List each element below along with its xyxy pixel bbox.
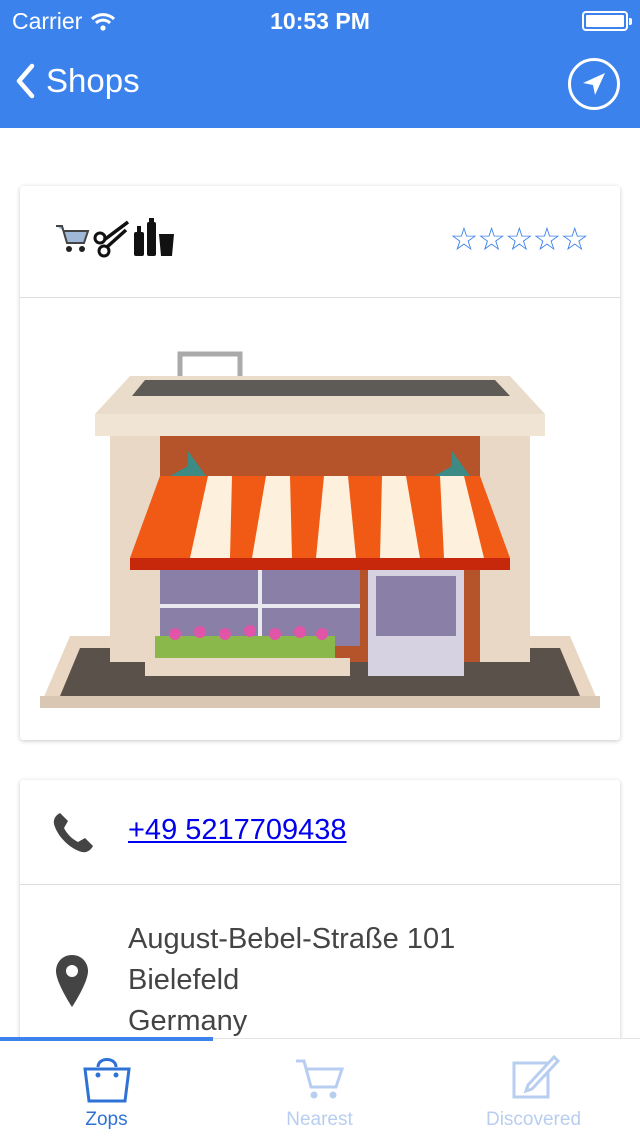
tab-bar: Zops Nearest Discovered <box>0 1037 640 1136</box>
tab-nearest-label: Nearest <box>286 1109 353 1130</box>
category-icons <box>54 218 176 258</box>
status-bar: Carrier 10:53 PM <box>0 0 640 40</box>
address-text[interactable]: August-Bebel-Straße 101 Bielefeld German… <box>128 919 455 1042</box>
shop-card: ☆☆☆☆☆ <box>20 186 620 740</box>
location-arrow-icon <box>583 73 605 95</box>
tab-discovered-label: Discovered <box>485 1109 582 1130</box>
address-country: Germany <box>128 1005 248 1037</box>
tab-discovered[interactable]: Discovered <box>427 1039 640 1136</box>
app-header: Carrier 10:53 PM Shops <box>0 0 640 128</box>
map-pin-icon <box>56 955 88 1007</box>
rating-stars[interactable]: ☆☆☆☆☆ <box>450 220 589 258</box>
edit-icon <box>512 1054 560 1099</box>
cart-icon <box>295 1059 344 1099</box>
contact-card: +49 5217709438 August-Bebel-Straße 101 B… <box>20 780 620 1080</box>
tab-zops-label: Zops <box>85 1109 128 1130</box>
battery-icon <box>582 11 632 31</box>
phone-icon <box>53 813 93 853</box>
shop-card-header: ☆☆☆☆☆ <box>20 186 620 298</box>
tab-zops[interactable]: Zops <box>0 1039 213 1136</box>
address-city: Bielefeld <box>128 964 240 996</box>
phone-link[interactable]: +49 5217709438 <box>128 814 347 847</box>
cart-icon <box>56 225 90 252</box>
status-time: 10:53 PM <box>270 8 370 34</box>
tab-nearest[interactable]: Nearest <box>213 1039 426 1136</box>
scissors-icon <box>93 220 130 258</box>
shopping-bag-icon <box>82 1058 131 1103</box>
storefront-illustration <box>40 351 600 708</box>
back-label: Shops <box>46 62 140 99</box>
navigation-bar: Shops <box>0 40 640 128</box>
chevron-left-icon <box>16 63 35 99</box>
location-button[interactable] <box>568 58 620 110</box>
address-street: August-Bebel-Straße 101 <box>128 923 456 955</box>
phone-row: +49 5217709438 <box>20 780 620 885</box>
back-button[interactable]: Shops <box>14 62 140 100</box>
bottles-icon <box>134 218 174 256</box>
